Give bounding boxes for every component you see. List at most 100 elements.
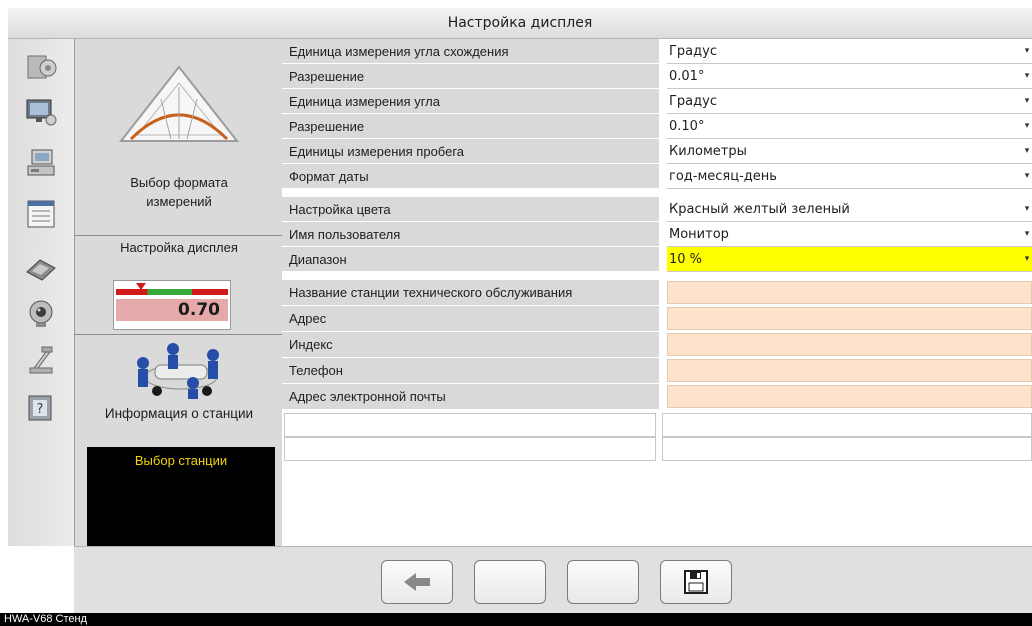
setting-label: Диапазон xyxy=(282,247,659,272)
setting-select[interactable]: 0.01° ▾ xyxy=(667,64,1032,89)
setting-value: Километры xyxy=(669,144,747,159)
measurement-format-section[interactable]: Выбор формата измерений xyxy=(75,39,283,235)
setting-select[interactable]: Монитор ▾ xyxy=(667,222,1032,247)
setting-label: Единицы измерения пробега xyxy=(282,139,659,164)
settings-row: Настройка цвета Красный желтый зеленый ▾ xyxy=(282,197,1032,222)
svg-text:?: ? xyxy=(37,402,44,417)
dropdown-arrow-icon[interactable]: ▾ xyxy=(1022,39,1032,64)
bottom-toolbar xyxy=(74,546,1032,614)
window-title: Настройка дисплея xyxy=(8,8,1032,39)
settings-row: Единица измерения угла Градус ▾ xyxy=(282,89,1032,114)
gauge-marker-icon xyxy=(136,283,146,290)
setting-select[interactable]: Градус ▾ xyxy=(667,89,1032,114)
station-row: Название станции технического обслуживан… xyxy=(282,280,1032,306)
station-row: Адрес xyxy=(282,306,1032,332)
display-settings-label: Настройка дисплея xyxy=(120,240,238,255)
computer-icon[interactable] xyxy=(22,147,60,181)
address-input[interactable] xyxy=(667,307,1032,330)
dropdown-arrow-icon[interactable]: ▾ xyxy=(1022,139,1032,164)
setting-select[interactable]: Километры ▾ xyxy=(667,139,1032,164)
dropdown-arrow-icon[interactable]: ▾ xyxy=(1022,247,1032,272)
setting-select[interactable]: Градус ▾ xyxy=(667,39,1032,64)
station-field-label: Индекс xyxy=(282,332,659,358)
email-input[interactable] xyxy=(667,385,1032,408)
help-icon[interactable]: ? xyxy=(22,391,60,425)
empty-cell xyxy=(284,437,656,461)
station-info-label: Информация о станции xyxy=(104,406,254,421)
monitor-icon[interactable] xyxy=(22,95,60,129)
station-select-label: Выбор станции xyxy=(134,453,228,468)
setting-select[interactable]: 0.10° ▾ xyxy=(667,114,1032,139)
dropdown-arrow-icon[interactable]: ▾ xyxy=(1022,197,1032,222)
setting-value: Монитор xyxy=(669,227,729,242)
station-name-input[interactable] xyxy=(667,281,1032,304)
setting-value: 0.10° xyxy=(669,119,705,134)
floppy-disk-icon xyxy=(684,570,708,594)
empty-cell xyxy=(662,413,1032,437)
status-text: HWA-V68 Стенд xyxy=(4,613,88,625)
measurement-format-label-2: измерений xyxy=(146,194,212,209)
settings-icon[interactable] xyxy=(22,49,60,83)
setting-label: Разрешение xyxy=(282,64,659,89)
setting-value: Градус xyxy=(669,44,717,59)
postal-code-input[interactable] xyxy=(667,333,1032,356)
lift-icon[interactable] xyxy=(22,343,60,377)
setting-label: Единица измерения угла схождения xyxy=(282,39,659,64)
row-spacer xyxy=(282,272,1032,280)
station-field-label: Адрес электронной почты xyxy=(282,384,659,410)
row-spacer xyxy=(282,189,1032,197)
setting-label: Единица измерения угла xyxy=(282,89,659,114)
dropdown-arrow-icon[interactable]: ▾ xyxy=(1022,89,1032,114)
gauge-value: 0.70 xyxy=(178,300,220,320)
setting-value: 0.01° xyxy=(669,69,705,84)
station-row: Адрес электронной почты xyxy=(282,384,1032,410)
empty-cell xyxy=(662,437,1032,461)
settings-row: Диапазон 10 % ▾ xyxy=(282,247,1032,272)
display-settings-section[interactable]: Настройка дисплея 0.70 xyxy=(75,236,283,334)
setting-select[interactable]: год-месяц-день ▾ xyxy=(667,164,1032,189)
station-field-label: Название станции технического обслуживан… xyxy=(282,280,659,306)
dropdown-arrow-icon[interactable]: ▾ xyxy=(1022,114,1032,139)
pit-crew-icon xyxy=(137,343,219,399)
settings-row: Формат даты год-месяц-день ▾ xyxy=(282,164,1032,189)
station-row: Индекс xyxy=(282,332,1032,358)
dropdown-arrow-icon[interactable]: ▾ xyxy=(1022,164,1032,189)
station-field-label: Телефон xyxy=(282,358,659,384)
setting-label: Формат даты xyxy=(282,164,659,189)
list-icon[interactable] xyxy=(22,197,60,231)
setting-select[interactable]: 10 % ▾ xyxy=(667,247,1032,272)
settings-row: Разрешение 0.01° ▾ xyxy=(282,64,1032,89)
setting-label: Настройка цвета xyxy=(282,197,659,222)
gauge-color-bar xyxy=(116,289,228,295)
station-field-label: Адрес xyxy=(282,306,659,332)
settings-row: Единица измерения угла схождения Градус … xyxy=(282,39,1032,64)
setting-value: Градус xyxy=(669,94,717,109)
empty-cell xyxy=(284,413,656,437)
blank-button-2[interactable] xyxy=(567,560,639,604)
sidebar: ? xyxy=(8,39,74,546)
back-arrow-icon xyxy=(404,573,430,591)
settings-row: Имя пользователя Монитор ▾ xyxy=(282,222,1032,247)
settings-row: Разрешение 0.10° ▾ xyxy=(282,114,1032,139)
setting-label: Имя пользователя xyxy=(282,222,659,247)
dropdown-arrow-icon[interactable]: ▾ xyxy=(1022,222,1032,247)
station-select-panel[interactable]: Выбор станции xyxy=(87,447,275,546)
save-button[interactable] xyxy=(660,560,732,604)
gauge-readout: 0.70 xyxy=(116,299,228,321)
webcam-icon[interactable] xyxy=(22,297,60,331)
tools-icon[interactable] xyxy=(22,251,60,285)
setting-label: Разрешение xyxy=(282,114,659,139)
settings-grid: Единица измерения угла схождения Градус … xyxy=(282,39,1032,546)
left-panel: Выбор формата измерений Настройка диспле… xyxy=(74,39,284,546)
main-window: Настройка дисплея ? Выбор формата измере… xyxy=(0,0,1032,626)
measurement-format-label-1: Выбор формата xyxy=(130,175,228,190)
setting-value: 10 % xyxy=(669,252,703,267)
dropdown-arrow-icon[interactable]: ▾ xyxy=(1022,64,1032,89)
back-button[interactable] xyxy=(381,560,453,604)
gauge-preview: 0.70 xyxy=(113,280,231,330)
setting-select[interactable]: Красный желтый зеленый ▾ xyxy=(667,197,1032,222)
phone-input[interactable] xyxy=(667,359,1032,382)
setting-value: год-месяц-день xyxy=(669,169,777,184)
setting-value: Красный желтый зеленый xyxy=(669,202,850,217)
blank-button-1[interactable] xyxy=(474,560,546,604)
